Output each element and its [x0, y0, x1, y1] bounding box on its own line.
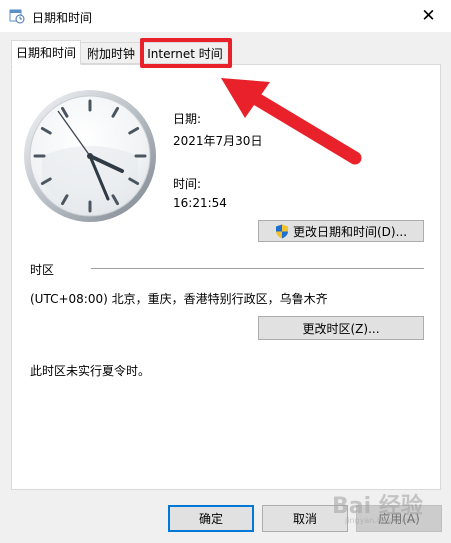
change-date-time-button[interactable]: 更改日期和时间(D)... [258, 220, 424, 242]
timezone-section-label: 时区 [30, 263, 55, 277]
cancel-label: 取消 [292, 512, 317, 526]
change-timezone-button[interactable]: 更改时区(Z)... [258, 316, 424, 340]
timezone-value: (UTC+08:00) 北京，重庆，香港特别行政区，乌鲁木齐 [30, 292, 328, 306]
analog-clock [24, 90, 156, 222]
date-label: 日期: [173, 112, 202, 126]
ok-button[interactable]: 确定 [168, 505, 254, 532]
window-title: 日期和时间 [32, 11, 93, 25]
ok-label: 确定 [198, 512, 223, 526]
tab-additional-clocks[interactable]: 附加时钟 [80, 42, 142, 64]
time-label: 时间: [173, 177, 202, 191]
dst-note: 此时区未实行夏令时。 [30, 364, 151, 378]
change-timezone-label: 更改时区(Z)... [302, 321, 380, 336]
highlight-box [140, 38, 232, 68]
red-arrow-annotation [221, 78, 362, 165]
close-icon: ✕ [421, 6, 436, 26]
tab-label: 附加时钟 [86, 46, 135, 61]
uac-shield-icon [275, 224, 288, 238]
calendar-clock-icon [9, 9, 25, 24]
tab-date-time[interactable]: 日期和时间 [11, 40, 81, 65]
section-divider [91, 268, 424, 269]
time-value: 16:21:54 [173, 196, 227, 210]
change-date-time-label: 更改日期和时间(D)... [292, 224, 408, 239]
watermark-url: jingyan.baidu.com [345, 516, 419, 525]
tab-label: 日期和时间 [15, 46, 76, 60]
close-button[interactable]: ✕ [406, 0, 451, 32]
